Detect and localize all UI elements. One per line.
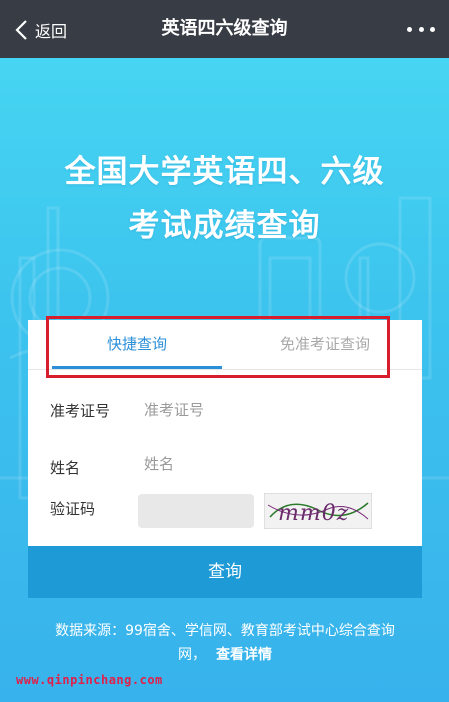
captcha-label: 验证码 [50, 500, 96, 518]
hero-section: 全国大学英语四、六级 考试成绩查询 快捷查询 免准考证查询 准考证号 姓名 验证… [0, 58, 449, 702]
page-title: 英语四六级查询 [161, 18, 288, 39]
tab-quick-query[interactable]: 快捷查询 [52, 320, 222, 370]
data-source-text: 数据来源：99宿舍、学信网、教育部考试中心综合查询 [55, 623, 395, 639]
captcha-text: mm0z [278, 501, 349, 526]
data-source-text-continued: 网， 查看详情 [30, 642, 420, 668]
name-input[interactable] [144, 451, 384, 477]
active-tab-indicator [52, 366, 222, 369]
hero-headline-line1: 全国大学英语四、六级 [64, 154, 385, 190]
back-label: 返回 [35, 22, 68, 41]
data-source-tail: 网， [178, 647, 206, 663]
hero-headline-line2: 考试成绩查询 [128, 208, 321, 244]
query-form-card: 快捷查询 免准考证查询 准考证号 姓名 验证码 mm0z [28, 316, 422, 546]
captcha-image[interactable]: mm0z [264, 493, 372, 529]
tab-no-exam-number-query[interactable]: 免准考证查询 [250, 320, 400, 370]
nav-bar: 返回 英语四六级查询 [0, 0, 449, 58]
submit-query-button[interactable]: 查询 [28, 546, 422, 598]
name-label: 姓名 [50, 459, 81, 477]
exam-number-label: 准考证号 [50, 402, 111, 420]
tab-bar: 快捷查询 免准考证查询 [28, 320, 422, 370]
back-button[interactable]: 返回 [14, 18, 67, 42]
captcha-input[interactable] [138, 494, 254, 528]
site-watermark: www.qinpinchang.com [16, 673, 163, 687]
view-details-link[interactable]: 查看详情 [216, 647, 272, 663]
more-dots-icon[interactable] [407, 22, 435, 36]
exam-number-input[interactable] [144, 397, 384, 423]
chevron-left-icon [15, 20, 27, 40]
